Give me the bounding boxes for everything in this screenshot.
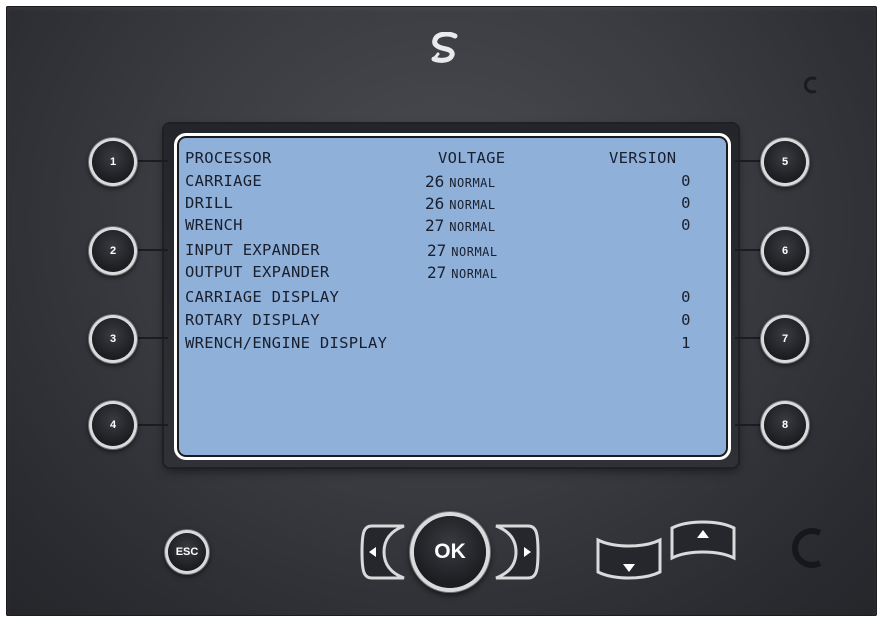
light-sensor-icon	[803, 76, 817, 94]
table-row: WRENCH 27 NORMAL 0	[185, 216, 720, 236]
voltage-cell: 26 NORMAL	[425, 172, 496, 191]
voltage-cell: 26 NORMAL	[425, 194, 496, 213]
display-screen: PROCESSOR VOLTAGE VERSION CARRIAGE 26 NOR…	[174, 133, 731, 460]
softkey-2-button[interactable]: 2	[92, 230, 134, 272]
voltage-value: 26	[425, 194, 445, 213]
softkey-3-button[interactable]: 3	[92, 318, 134, 360]
buzzer-icon	[792, 528, 822, 568]
version-value: 0	[681, 172, 691, 190]
table-row: DRILL 26 NORMAL 0	[185, 194, 720, 214]
right-arrow-button[interactable]	[492, 522, 542, 582]
voltage-value: 26	[425, 172, 445, 191]
voltage-cell: 27 NORMAL	[427, 241, 498, 260]
version-value: 0	[681, 194, 691, 212]
voltage-status: NORMAL	[449, 220, 496, 234]
header-processor: PROCESSOR	[185, 149, 272, 167]
voltage-value: 27	[427, 241, 447, 260]
voltage-status: NORMAL	[451, 245, 498, 259]
version-value: 0	[681, 311, 691, 329]
softkey-leader	[138, 424, 168, 426]
processor-name: WRENCH/ENGINE DISPLAY	[185, 334, 388, 352]
processor-name: DRILL	[185, 194, 234, 212]
softkey-6-button[interactable]: 6	[764, 230, 806, 272]
ok-button[interactable]: OK	[414, 516, 486, 588]
table-row: ROTARY DISPLAY 0	[185, 311, 720, 331]
table-row: INPUT EXPANDER 27 NORMAL	[185, 241, 720, 261]
processor-name: CARRIAGE	[185, 172, 263, 190]
version-value: 1	[681, 334, 691, 352]
softkey-leader	[138, 249, 168, 251]
table-header: PROCESSOR VOLTAGE VERSION	[185, 149, 720, 169]
softkey-5-button[interactable]: 5	[764, 141, 806, 183]
header-voltage: VOLTAGE	[438, 149, 506, 167]
softkey-leader	[138, 160, 168, 162]
brand-logo	[431, 32, 458, 63]
softkey-1-button[interactable]: 1	[92, 141, 134, 183]
softkey-8-button[interactable]: 8	[764, 404, 806, 446]
voltage-cell: 27 NORMAL	[427, 263, 498, 282]
up-arrow-button[interactable]	[668, 514, 738, 566]
voltage-status: NORMAL	[449, 198, 496, 212]
processor-name: ROTARY DISPLAY	[185, 311, 320, 329]
softkey-4-button[interactable]: 4	[92, 404, 134, 446]
processor-name: CARRIAGE DISPLAY	[185, 288, 340, 306]
voltage-status: NORMAL	[449, 176, 496, 190]
softkey-leader	[735, 424, 765, 426]
voltage-value: 27	[427, 263, 447, 282]
voltage-cell: 27 NORMAL	[425, 216, 496, 235]
processor-name: OUTPUT EXPANDER	[185, 263, 330, 281]
table-row: CARRIAGE 26 NORMAL 0	[185, 172, 720, 192]
voltage-value: 27	[425, 216, 445, 235]
version-value: 0	[681, 288, 691, 306]
header-version: VERSION	[609, 149, 677, 167]
table-row: OUTPUT EXPANDER 27 NORMAL	[185, 263, 720, 283]
softkey-leader	[735, 160, 765, 162]
voltage-status: NORMAL	[451, 267, 498, 281]
version-value: 0	[681, 216, 691, 234]
softkey-leader	[735, 337, 765, 339]
table-row: CARRIAGE DISPLAY 0	[185, 288, 720, 308]
left-arrow-button[interactable]	[358, 522, 408, 582]
processor-name: INPUT EXPANDER	[185, 241, 320, 259]
esc-button[interactable]: ESC	[168, 533, 206, 571]
softkey-leader	[138, 337, 168, 339]
softkey-7-button[interactable]: 7	[764, 318, 806, 360]
table-row: WRENCH/ENGINE DISPLAY 1	[185, 334, 720, 354]
down-arrow-button[interactable]	[594, 534, 664, 584]
processor-name: WRENCH	[185, 216, 243, 234]
softkey-leader	[735, 249, 765, 251]
